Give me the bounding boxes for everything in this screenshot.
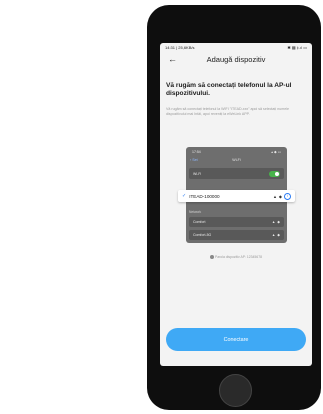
password-hint: Parola dispozitiv AP: 12345678 [160,255,312,260]
connect-button[interactable]: Conectare [166,328,306,351]
mock-wifi-toggle-row: Wi-Fi [189,168,284,179]
mock-nav-back: ‹ Set [190,158,198,162]
toggle-icon [269,170,280,177]
mock-network-icons: ▲ ◆ [272,220,280,224]
key-icon [210,255,215,260]
page-title: Adaugă dispozitiv [206,54,266,64]
instruction-heading: Vă rugăm să conectați telefonul la AP-ul… [166,82,292,97]
status-bar: 14:31 | 25,6KB/s ✱ ▦ ‡.ıl ▭ [160,43,312,52]
mock-network-name: Comfort-5G [193,233,212,237]
wifi-icon: ◆ [278,193,282,199]
lock-icon: ▲ [271,220,276,224]
mock-nav-title: Wi-Fi [232,158,241,162]
mock-network-row: Comfort ▲ ◆ [189,217,284,227]
wifi-icon: ◆ [277,233,280,237]
wifi-icon: ◆ [277,220,280,224]
password-hint-text: Parola dispozitiv AP: 12345678 [215,255,262,259]
lock-icon: ▲ [271,233,276,237]
mock-network-icons: ▲ ◆ [272,233,280,237]
checkmark-icon: ✓ [182,193,187,199]
mock-wifi-label: Wi-Fi [193,171,202,176]
home-button[interactable] [219,374,252,407]
lock-icon: ▲ [272,193,277,199]
back-arrow-icon[interactable]: ← [168,53,177,65]
selected-network-name: ITEAD-100000 [189,193,220,199]
highlighted-network-row: ✓ ITEAD-100000 ▲ ◆ i [178,190,295,202]
mock-network-row: Comfort-5G ▲ ◆ [189,230,284,240]
status-icons: ✱ ▦ ‡.ıl ▭ [287,45,307,50]
mock-section-label: Network [189,210,202,214]
instruction-description: Vă rugăm să conectați telefonul la WIFI … [166,107,289,116]
wifi-illustration: 17:54 ▴ ◆ ▭ ‹ Set Wi-Fi Wi-Fi Network Co… [178,147,295,248]
header: ← Adaugă dispozitiv [160,52,312,66]
mock-status-time: 17:54 [192,149,201,154]
info-icon: i [284,192,291,200]
mock-status-icons: ▴ ◆ ▭ [271,149,281,154]
mock-network-name: Comfort [193,220,206,224]
mock-status-bar: 17:54 ▴ ◆ ▭ [186,147,287,156]
status-time-speed: 14:31 | 25,6KB/s [165,45,195,50]
app-screen: 14:31 | 25,6KB/s ✱ ▦ ‡.ıl ▭ ← Adaugă dis… [160,43,312,366]
mock-nav-bar: ‹ Set Wi-Fi [186,156,287,164]
network-status-icons: ▲ ◆ i [272,192,291,200]
